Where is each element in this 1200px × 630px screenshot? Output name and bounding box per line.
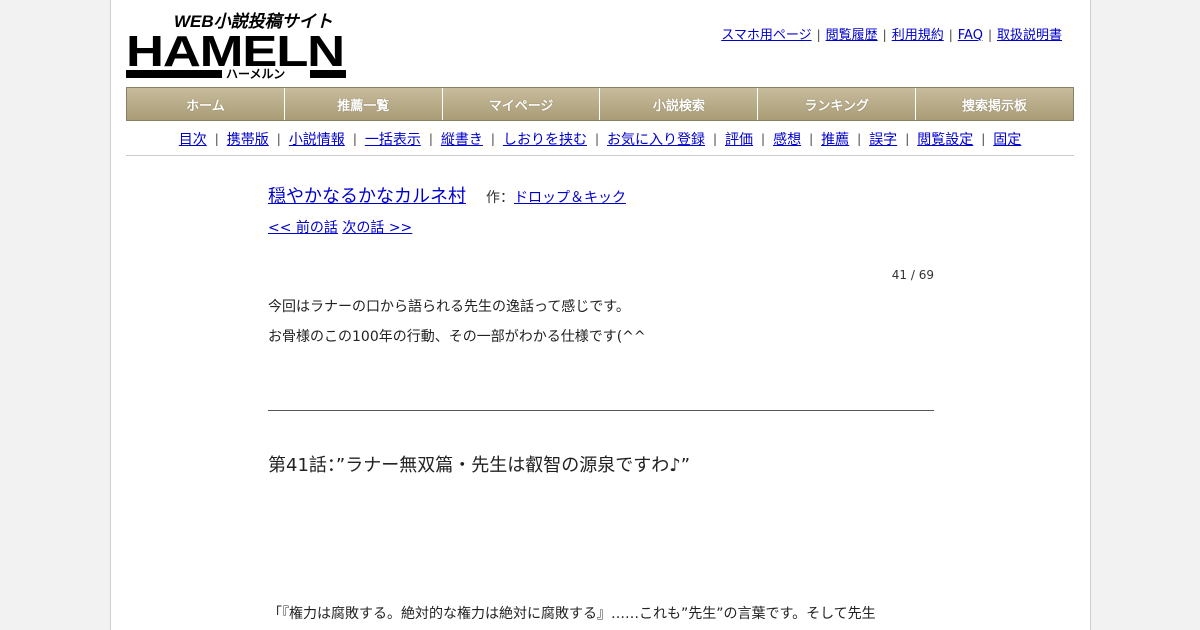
- divider: [268, 410, 934, 411]
- preface: 今回はラナーの口から語られる先生の逸話って感じです。 お骨様のこの100年の行動…: [268, 292, 934, 352]
- separator: |: [761, 131, 766, 146]
- author-link[interactable]: ドロップ＆キック: [514, 190, 626, 206]
- header-link-manual[interactable]: 取扱説明書: [997, 28, 1062, 43]
- subnav-favorite[interactable]: お気に入り登録: [607, 129, 705, 149]
- separator: |: [594, 131, 599, 146]
- separator: |: [987, 28, 992, 42]
- subnav-pin[interactable]: 固定: [993, 129, 1021, 149]
- header-links: スマホ用ページ | 閲覧履歴 | 利用規約 | FAQ | 取扱説明書: [721, 24, 1062, 43]
- chapter-title: 第41話：”ラナー無双篇・先生は叡智の源泉ですわ♪”: [268, 455, 691, 476]
- body-line: 「『権力は腐敗する。絶対的な権力は絶対に腐敗する』……これも”先生”の言葉です。…: [268, 606, 876, 622]
- gnav-search-board[interactable]: 捜索掲示板: [916, 88, 1073, 120]
- next-chapter-link[interactable]: 次の話 >>: [342, 220, 412, 236]
- title-row: 穏やかなるかなカルネ村 作：ドロップ＆キック: [268, 180, 934, 215]
- subnav-show-all[interactable]: 一括表示: [365, 129, 421, 149]
- subnav-vertical[interactable]: 縦書き: [441, 129, 483, 149]
- subnav-toc[interactable]: 目次: [179, 129, 207, 149]
- chapter-nav: << 前の話 次の話 >>: [268, 215, 934, 241]
- author-prefix: 作：: [486, 190, 514, 206]
- site-logo[interactable]: WEB小説投稿サイト HAMELN ハーメルン: [126, 10, 346, 80]
- separator: |: [981, 131, 986, 146]
- separator: |: [816, 28, 821, 42]
- subnav-review[interactable]: 感想: [773, 129, 801, 149]
- logo-kana: ハーメルン: [226, 67, 285, 80]
- chapter-body: 「『権力は腐敗する。絶対的な権力は絶対に腐敗する』……これも”先生”の言葉です。…: [268, 602, 934, 626]
- separator: |: [352, 131, 357, 146]
- subnav-bookmark[interactable]: しおりを挟む: [503, 129, 587, 149]
- header-link-history[interactable]: 閲覧履歴: [826, 28, 878, 43]
- subnav-rating[interactable]: 評価: [725, 129, 753, 149]
- separator: |: [428, 131, 433, 146]
- main-content: 穏やかなるかなカルネ村 作：ドロップ＆キック << 前の話 次の話 >> 41 /…: [268, 180, 934, 626]
- header-link-smartphone[interactable]: スマホ用ページ: [721, 28, 811, 43]
- separator: |: [809, 131, 814, 146]
- prev-chapter-link[interactable]: << 前の話: [268, 220, 338, 236]
- hameln-logo-icon: WEB小説投稿サイト HAMELN ハーメルン: [126, 12, 346, 80]
- separator: |: [882, 28, 887, 42]
- gnav-novel-search[interactable]: 小説検索: [600, 88, 759, 120]
- subnav-typo[interactable]: 誤字: [869, 129, 897, 149]
- gnav-ranking[interactable]: ランキング: [758, 88, 917, 120]
- header-link-terms[interactable]: 利用規約: [892, 28, 944, 43]
- separator: |: [713, 131, 718, 146]
- page-container: WEB小説投稿サイト HAMELN ハーメルン スマホ用ページ | 閲覧履歴 | 利用規…: [110, 0, 1091, 630]
- separator: |: [857, 131, 862, 146]
- gnav-mypage[interactable]: マイページ: [443, 88, 601, 120]
- page-counter: 41 / 69: [891, 268, 934, 282]
- separator: |: [214, 131, 219, 146]
- separator: |: [490, 131, 495, 146]
- sub-nav: 目次 | 携帯版 | 小説情報 | 一括表示 | 縦書き | しおりを挟む | お気に入り登録 | 評価 | 感…: [126, 122, 1074, 156]
- preface-line: 今回はラナーの口から語られる先生の逸話って感じです。: [268, 299, 630, 315]
- global-nav: ホーム 推薦一覧 マイページ 小説検索 ランキング 捜索掲示板: [126, 87, 1074, 121]
- gnav-home[interactable]: ホーム: [127, 88, 285, 120]
- separator: |: [905, 131, 910, 146]
- separator: |: [276, 131, 281, 146]
- novel-title-link[interactable]: 穏やかなるかなカルネ村: [268, 186, 466, 207]
- separator: |: [948, 28, 953, 42]
- subnav-view-settings[interactable]: 閲覧設定: [917, 129, 973, 149]
- header-link-faq[interactable]: FAQ: [958, 28, 983, 43]
- subnav-novel-info[interactable]: 小説情報: [289, 129, 345, 149]
- gnav-recommendations[interactable]: 推薦一覧: [285, 88, 443, 120]
- preface-line: お骨様のこの100年の行動、その一部がわかる仕様です(^^: [268, 329, 646, 345]
- subnav-mobile[interactable]: 携帯版: [227, 129, 269, 149]
- subnav-recommend[interactable]: 推薦: [821, 129, 849, 149]
